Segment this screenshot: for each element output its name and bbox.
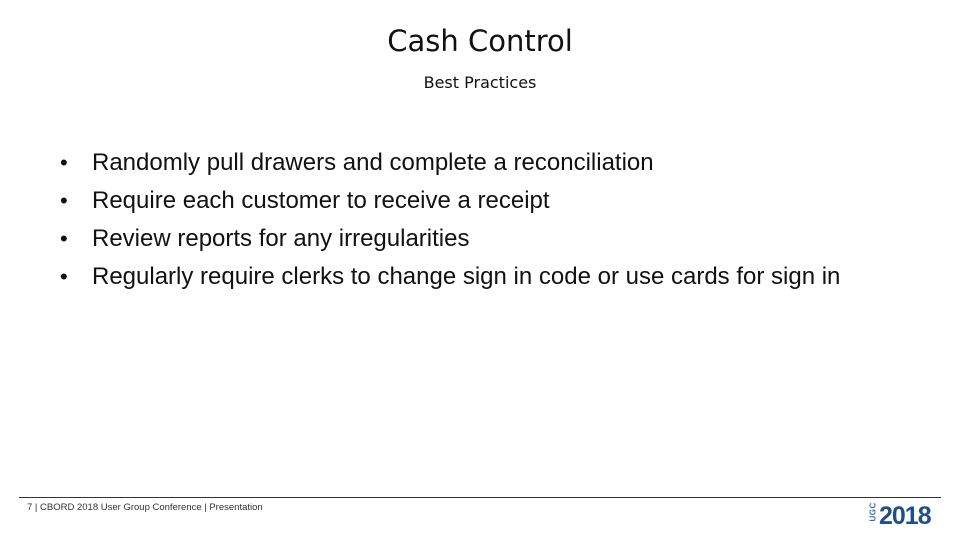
bullet-icon: • (60, 264, 68, 289)
bullet-text: Randomly pull drawers and complete a rec… (92, 149, 654, 176)
bullet-item: • Require each customer to receive a rec… (60, 182, 900, 220)
bullet-text: Regularly require clerks to change sign … (92, 263, 841, 290)
bullet-item: • Regularly require clerks to change sig… (60, 258, 900, 296)
bullet-item: • Review reports for any irregularities (60, 220, 900, 258)
logo-prefix: UGC (868, 501, 878, 521)
bullet-icon: • (60, 150, 68, 175)
logo-year: 2018 (879, 501, 932, 530)
bullet-list: • Randomly pull drawers and complete a r… (60, 144, 900, 296)
bullet-text: Require each customer to receive a recei… (92, 187, 550, 214)
bullet-item: • Randomly pull drawers and complete a r… (60, 144, 900, 182)
bullet-icon: • (60, 226, 68, 251)
slide-title: Cash Control (387, 24, 573, 58)
ugc-2018-logo: UGC 2018 (868, 501, 932, 530)
bullet-icon: • (60, 188, 68, 213)
footer-text: 7 | CBORD 2018 User Group Conference | P… (27, 502, 263, 513)
slide-subtitle: Best Practices (423, 73, 537, 92)
footer-divider (19, 497, 941, 498)
bullet-text: Review reports for any irregularities (92, 225, 470, 252)
